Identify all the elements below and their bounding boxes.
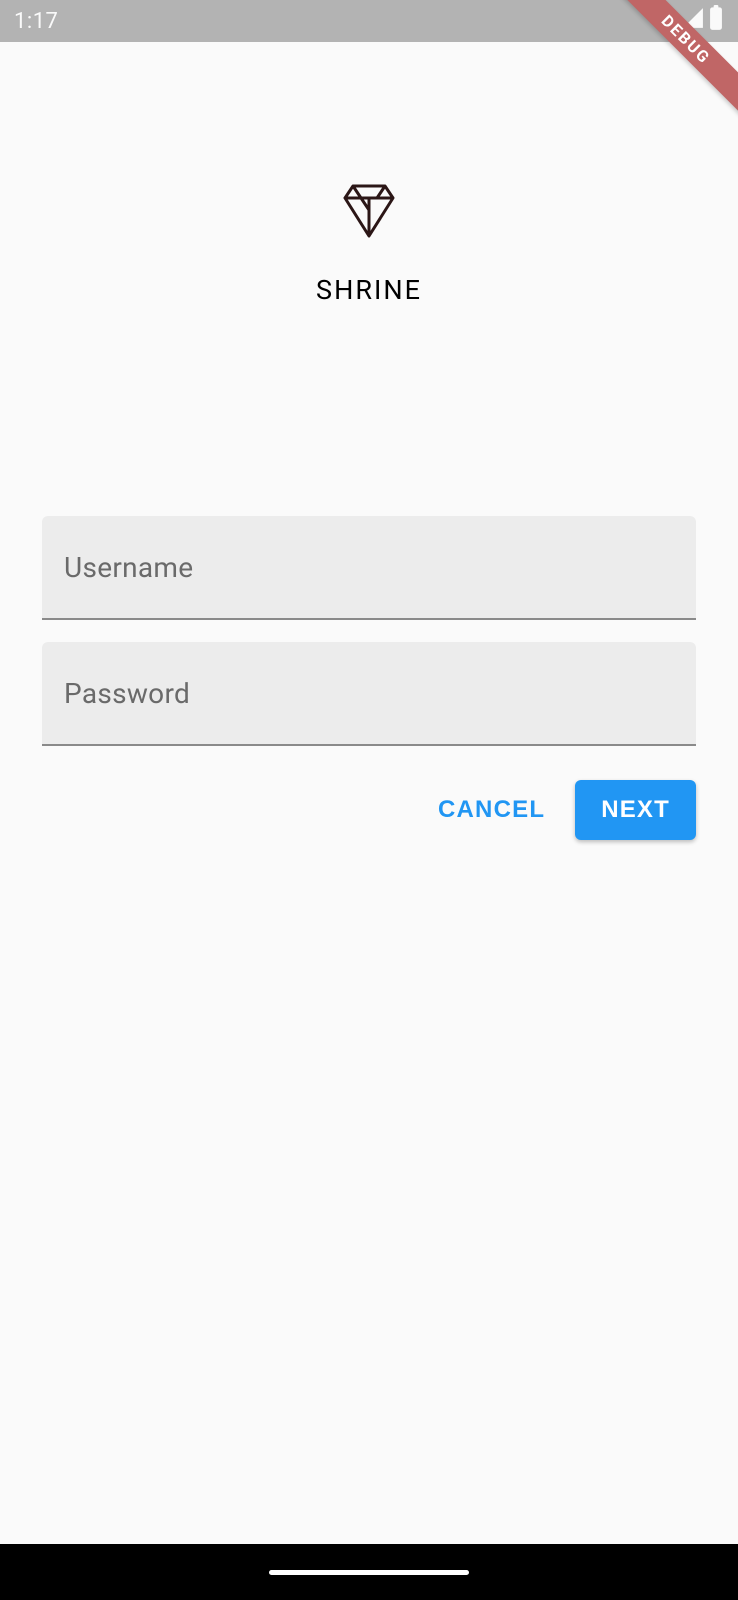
android-nav-bar <box>0 1544 738 1600</box>
app-title: SHRINE <box>316 274 422 306</box>
username-field[interactable]: Username <box>42 516 696 620</box>
wifi-icon <box>652 7 678 35</box>
battery-icon <box>708 5 724 37</box>
status-time: 1:17 <box>14 9 58 34</box>
login-content: SHRINE Username Password CANCEL NEXT <box>0 42 738 840</box>
username-input[interactable] <box>42 516 696 618</box>
password-input[interactable] <box>42 642 696 744</box>
button-row: CANCEL NEXT <box>42 780 696 840</box>
home-indicator[interactable] <box>269 1570 469 1575</box>
cancel-button[interactable]: CANCEL <box>420 780 563 840</box>
status-icons <box>652 5 724 37</box>
password-field[interactable]: Password <box>42 642 696 746</box>
login-form: Username Password CANCEL NEXT <box>42 516 696 840</box>
next-button[interactable]: NEXT <box>575 780 696 840</box>
cellular-icon <box>682 7 704 35</box>
diamond-icon <box>339 182 399 246</box>
status-bar: 1:17 <box>0 0 738 42</box>
logo-section: SHRINE <box>42 182 696 306</box>
